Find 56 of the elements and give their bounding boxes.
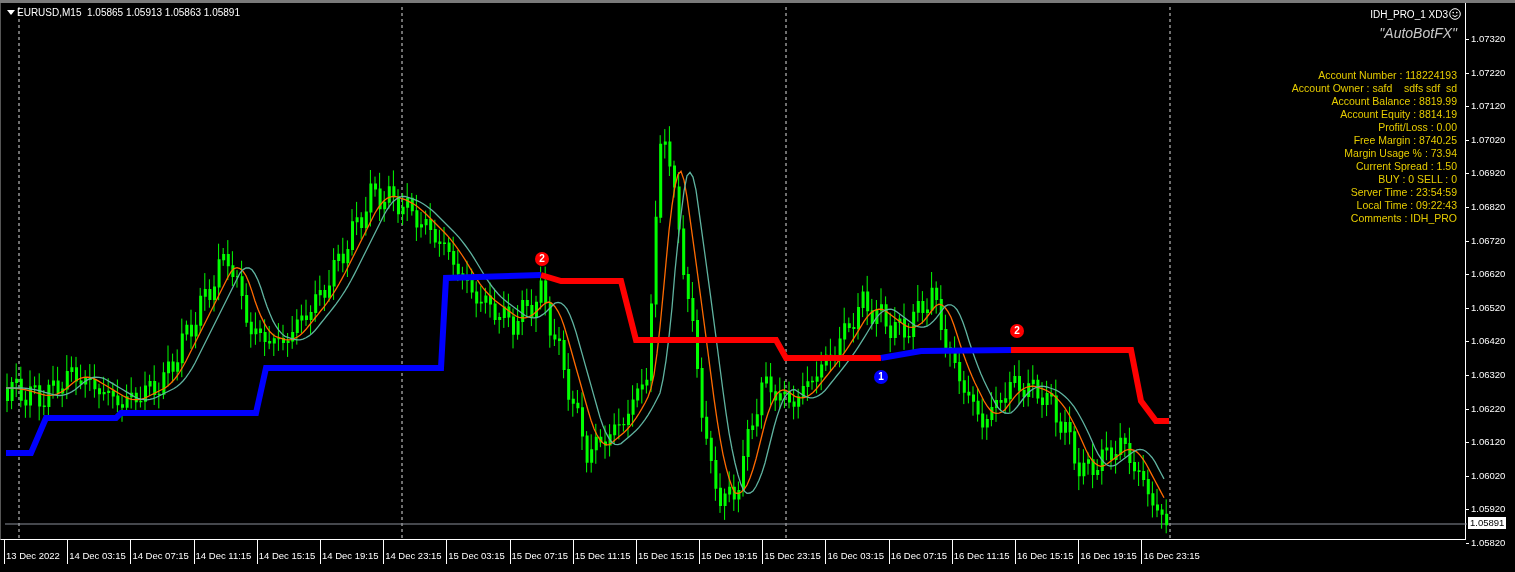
- price-label: 1.06820: [1471, 199, 1506, 214]
- time-label: 14 Dec 19:15: [319, 540, 384, 564]
- price-label: 1.06520: [1471, 300, 1506, 315]
- price-label: 1.06320: [1471, 367, 1506, 382]
- time-label: 14 Dec 15:15: [256, 540, 320, 564]
- price-label: 1.07320: [1471, 32, 1506, 46]
- signal-marker: 1: [874, 370, 888, 384]
- price-label: 1.05920: [1471, 502, 1506, 517]
- symbol-info-label: EURUSD,M15 1.05865 1.05913 1.05863 1.05891: [17, 7, 240, 18]
- time-label: 15 Dec 15:15: [635, 540, 700, 564]
- time-label: 14 Dec 11:15: [193, 540, 257, 564]
- price-label: 1.06920: [1471, 166, 1506, 181]
- tagline-text: "AutoBotFX": [1379, 25, 1457, 41]
- account-info-line: Account Balance : 8819.99: [1331, 95, 1457, 108]
- time-label: 15 Dec 11:15: [572, 540, 636, 564]
- time-label: 14 Dec 23:15: [383, 540, 447, 564]
- account-info-line: Local Time : 09:22:43: [1356, 199, 1457, 212]
- time-label: 15 Dec 03:15: [446, 540, 510, 564]
- price-label: 1.06720: [1471, 233, 1506, 248]
- price-label: 1.06220: [1471, 401, 1506, 416]
- time-label: 16 Dec 19:15: [1078, 540, 1142, 564]
- dropdown-icon[interactable]: [7, 10, 15, 15]
- account-info-line: Current Spread : 1.50: [1356, 160, 1457, 173]
- price-label: 1.06020: [1471, 468, 1506, 483]
- account-info-line: Account Owner : safd sdfs sdf sd: [1291, 82, 1457, 95]
- account-info-line: Comments : IDH_PRO: [1350, 212, 1457, 225]
- account-info-line: Margin Usage % : 73.94: [1344, 147, 1457, 160]
- time-label: 15 Dec 19:15: [699, 540, 763, 564]
- time-label: 16 Dec 23:15: [1141, 540, 1205, 564]
- current-price-label: 1.05891: [1468, 517, 1507, 529]
- account-info-line: Account Number : 118224193: [1318, 69, 1457, 82]
- time-label: 16 Dec 07:15: [888, 540, 952, 564]
- account-info-line: Profit/Loss : 0.00: [1378, 121, 1457, 134]
- price-label: 1.06620: [1471, 267, 1506, 282]
- account-info-line: BUY : 0 SELL : 0: [1378, 173, 1457, 186]
- price-label: 1.06120: [1471, 435, 1506, 450]
- signal-marker: 2: [535, 252, 549, 266]
- time-label: 16 Dec 15:15: [1015, 540, 1079, 564]
- time-label: 16 Dec 11:15: [951, 540, 1015, 564]
- price-label: 1.07220: [1471, 65, 1506, 80]
- expert-name: IDH_PRO_1 XD3: [1370, 8, 1448, 20]
- time-label: 15 Dec 07:15: [509, 540, 573, 564]
- time-label: 14 Dec 07:15: [130, 540, 194, 564]
- account-info-line: Account Equity : 8814.19: [1340, 108, 1457, 121]
- price-label: 1.06420: [1471, 334, 1506, 349]
- signal-marker: 2: [1010, 324, 1024, 338]
- time-label: 14 Dec 03:15: [67, 540, 131, 564]
- time-label: 13 Dec 2022: [4, 540, 68, 564]
- price-label: 1.07020: [1471, 132, 1506, 147]
- account-info-line: Server Time : 23:54:59: [1350, 186, 1457, 199]
- account-info-line: Free Margin : 8740.25: [1353, 134, 1457, 147]
- price-label: 1.07120: [1471, 99, 1506, 114]
- time-label: 15 Dec 23:15: [762, 540, 826, 564]
- time-label: 16 Dec 03:15: [825, 540, 889, 564]
- smiley-icon: [1449, 8, 1461, 20]
- price-label: 1.05820: [1471, 535, 1506, 550]
